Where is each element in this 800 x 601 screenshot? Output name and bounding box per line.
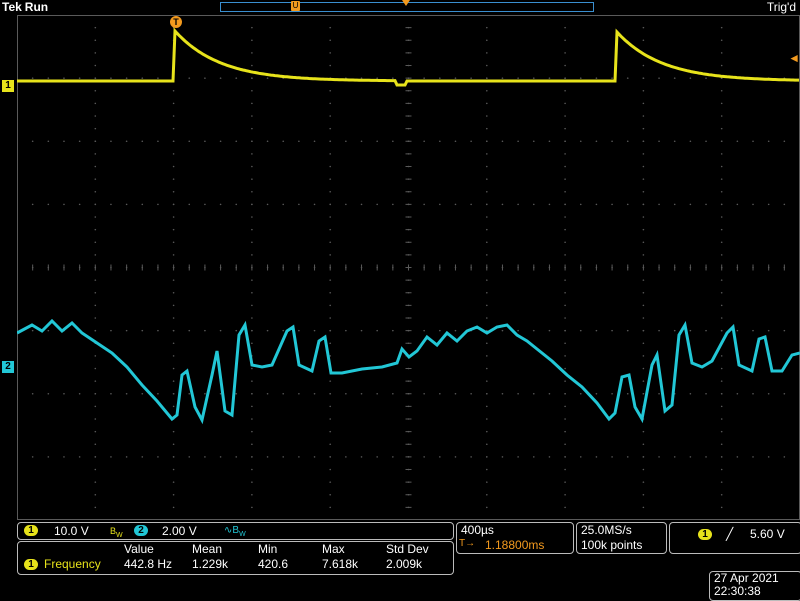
- datetime-panel: 27 Apr 2021 22:30:38: [709, 571, 800, 601]
- trigger-source-badge: 1: [698, 529, 712, 540]
- trigger-delay-icon: T→: [459, 538, 476, 549]
- timebase-panel[interactable]: 400µs T→ 1.18800ms: [456, 522, 574, 554]
- record-length: 100k points: [581, 538, 643, 552]
- acquisition-panel[interactable]: 25.0MS/s 100k points: [576, 522, 667, 554]
- meas-header-value: Value: [124, 542, 154, 556]
- ch2-scale[interactable]: 2.00 V: [162, 523, 197, 539]
- ch2-ground-marker[interactable]: 2: [2, 361, 14, 373]
- channel-scale-panel[interactable]: 1 10.0 V BW 2 2.00 V ∿BW: [17, 522, 454, 540]
- meas-header-stddev: Std Dev: [386, 542, 429, 556]
- rising-edge-icon: ╱: [726, 527, 734, 541]
- ch1-scale[interactable]: 10.0 V: [54, 523, 89, 539]
- ch1-waveform: [17, 27, 799, 87]
- graticule: [17, 15, 800, 520]
- meas-min: 420.6: [258, 557, 289, 571]
- measurement-panel[interactable]: Value Mean Min Max Std Dev 1 Frequency 4…: [17, 541, 454, 575]
- trigger-position-icon: [402, 0, 410, 6]
- trigger-state: Trig'd: [766, 0, 796, 14]
- ch2-waveform: [17, 318, 800, 425]
- meas-header-min: Min: [258, 542, 278, 556]
- meas-channel-badge: 1: [24, 559, 38, 570]
- sample-rate: 25.0MS/s: [581, 523, 632, 537]
- waveform-display[interactable]: [17, 15, 800, 520]
- trigger-level[interactable]: 5.60 V: [750, 526, 785, 542]
- trigger-level-arrow-icon[interactable]: ◄: [788, 52, 800, 64]
- trigger-panel[interactable]: 1 ╱ 5.60 V: [669, 522, 800, 554]
- meas-mean: 1.229k: [192, 557, 229, 571]
- horizontal-position[interactable]: 1.18800ms: [485, 537, 544, 553]
- meas-header-max: Max: [322, 542, 345, 556]
- brand-status: Tek Run: [2, 0, 48, 14]
- grid-lines: [17, 15, 800, 520]
- meas-max: 7.618k: [322, 557, 359, 571]
- meas-header-mean: Mean: [192, 542, 223, 556]
- meas-value: 442.8 Hz: [124, 557, 173, 571]
- invert-icon: ∿BW: [224, 525, 246, 538]
- time: 22:30:38: [714, 584, 761, 598]
- meas-stddev: 2.009k: [386, 557, 423, 571]
- ch1-badge: 1: [24, 525, 38, 536]
- ch1-ground-marker[interactable]: 1: [2, 80, 14, 92]
- ch2-badge: 2: [134, 525, 148, 536]
- trigger-point-marker[interactable]: T: [170, 16, 182, 28]
- meas-name[interactable]: Frequency: [44, 556, 101, 572]
- top-status-bar: Tek Run U Trig'd: [0, 0, 800, 14]
- brand-label: Tek: [2, 0, 22, 14]
- run-status[interactable]: Run: [25, 0, 48, 14]
- record-position-marker[interactable]: U: [291, 1, 300, 11]
